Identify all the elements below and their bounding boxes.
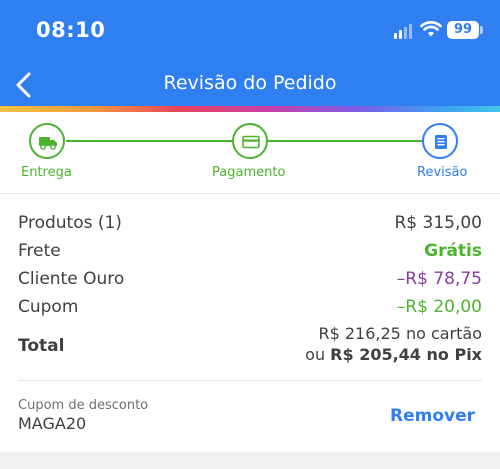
battery-cap-icon <box>480 26 483 34</box>
step-label-revisao: Revisão <box>417 165 468 180</box>
shipping-value: Grátis <box>424 241 482 261</box>
step-label-pagamento: Pagamento <box>212 165 286 180</box>
page-title: Revisão do Pedido <box>163 72 337 94</box>
total-pix-price: R$ 205,44 no Pix <box>330 345 482 364</box>
status-time: 08:10 <box>36 18 106 42</box>
step-connector <box>268 140 422 142</box>
truck-icon <box>39 137 57 150</box>
credit-card-icon <box>242 135 260 149</box>
bottom-section-background <box>0 452 500 469</box>
section-divider <box>18 380 482 381</box>
coupon-label: Cupom <box>18 297 79 317</box>
summary-row-total: Total R$ 216,25 no cartão ou R$ 205,44 n… <box>18 324 482 374</box>
wifi-icon <box>420 21 442 37</box>
coupon-discount: –R$ 20,00 <box>396 297 482 317</box>
gold-client-discount: –R$ 78,75 <box>396 269 482 289</box>
step-entrega[interactable] <box>29 123 65 159</box>
checkout-stepper: Entrega Pagamento Revisão <box>0 112 500 194</box>
products-label: Produtos (1) <box>18 213 122 233</box>
total-label: Total <box>18 336 65 356</box>
summary-row-gold-client: Cliente Ouro –R$ 78,75 <box>18 268 482 296</box>
shipping-label: Frete <box>18 241 61 261</box>
coupon-code: MAGA20 <box>18 414 87 433</box>
battery-indicator: 99 <box>447 21 479 39</box>
step-revisao[interactable] <box>422 123 458 159</box>
summary-row-products: Produtos (1) R$ 315,00 <box>18 212 482 240</box>
total-pix-line: ou R$ 205,44 no Pix <box>305 345 482 364</box>
remove-coupon-button[interactable]: Remover <box>390 406 475 426</box>
order-summary: Produtos (1) R$ 315,00 Frete Grátis Clie… <box>18 212 482 374</box>
cellular-signal-icon <box>394 23 414 39</box>
gold-client-label: Cliente Ouro <box>18 269 125 289</box>
coupon-caption: Cupom de desconto <box>18 398 149 413</box>
step-connector <box>66 140 233 142</box>
products-value: R$ 315,00 <box>394 213 482 233</box>
step-pagamento[interactable] <box>232 123 268 159</box>
header: 08:10 99 Revisão do Pedido <box>0 0 500 106</box>
total-card-price: R$ 216,25 no cartão <box>318 324 482 343</box>
total-pix-prefix: ou <box>305 345 331 364</box>
step-label-entrega: Entrega <box>21 165 72 180</box>
summary-row-coupon: Cupom –R$ 20,00 <box>18 296 482 324</box>
summary-row-shipping: Frete Grátis <box>18 240 482 268</box>
document-icon <box>435 135 447 149</box>
